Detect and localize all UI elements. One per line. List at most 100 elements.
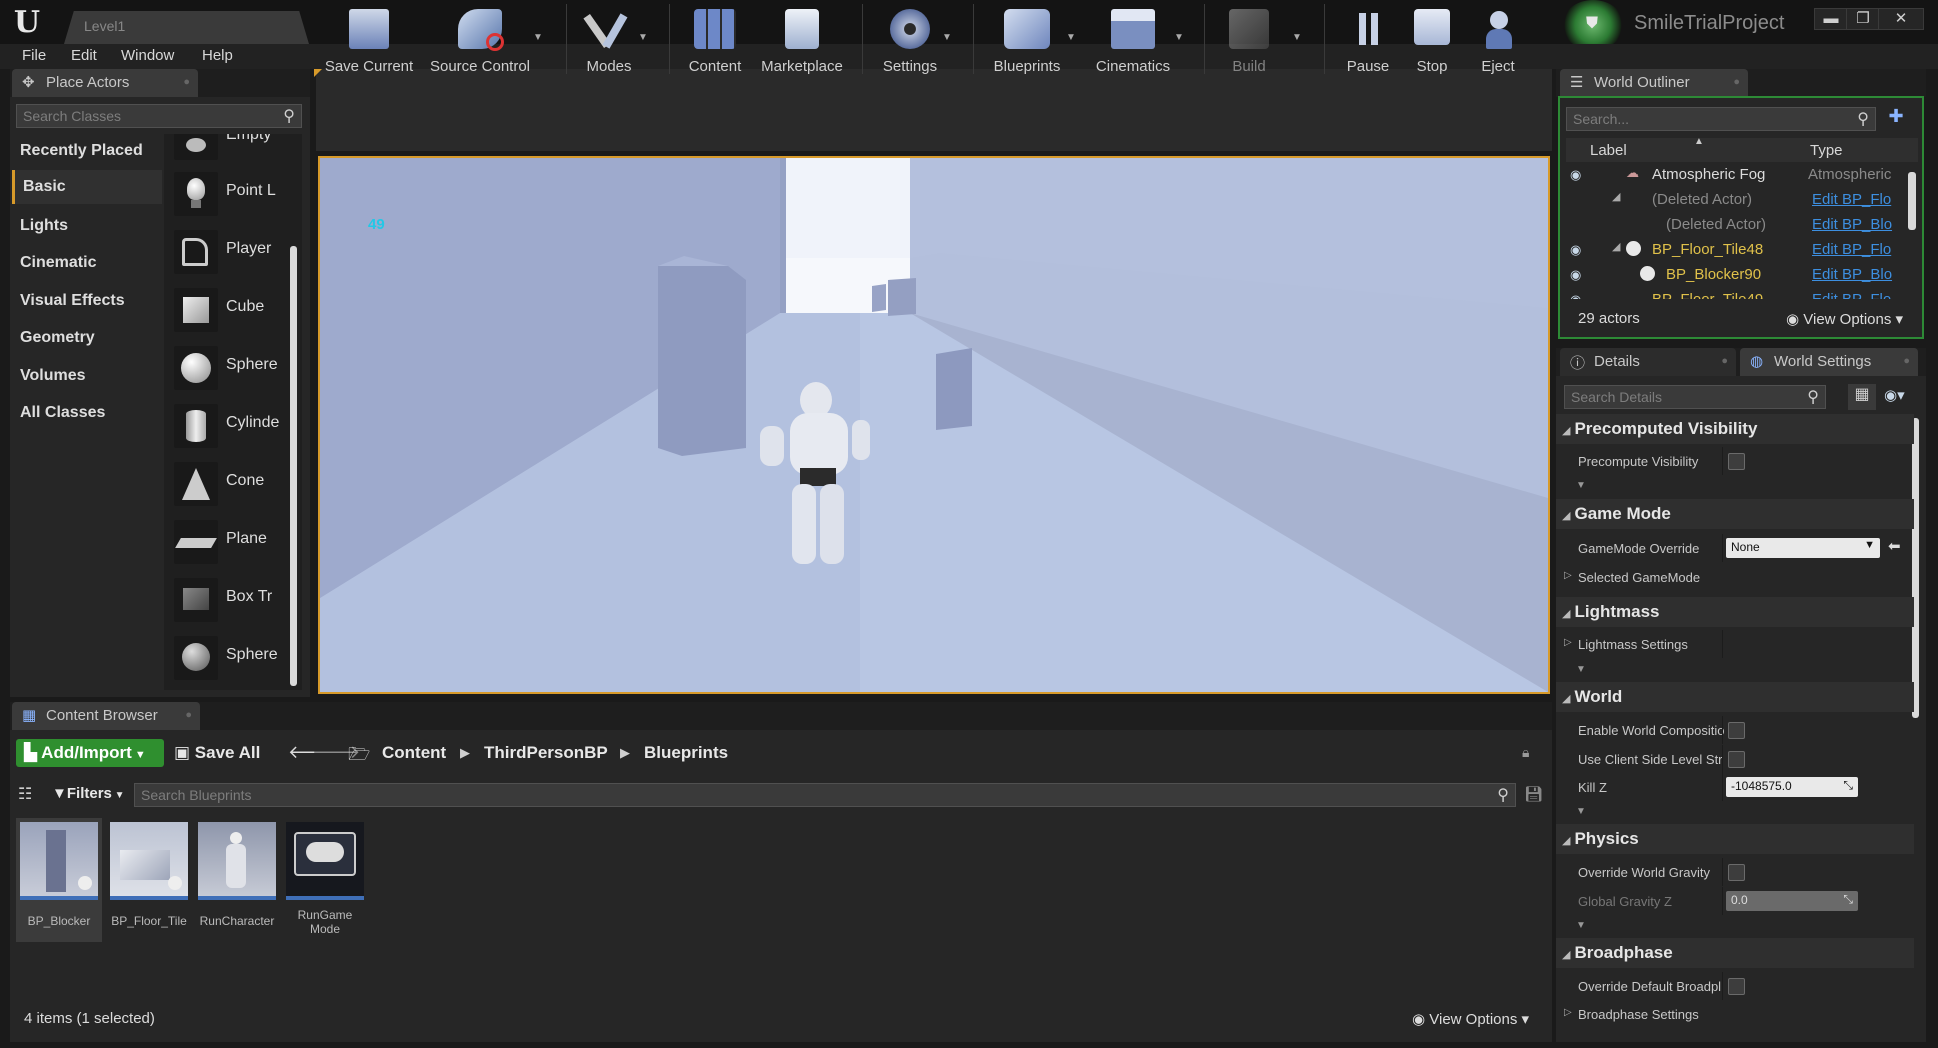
section-precomputed-visibility[interactable]: ◢ Precomputed Visibility — [1556, 414, 1914, 444]
outliner-view-options[interactable]: ◉ View Options ▾ — [1786, 310, 1903, 328]
outliner-row[interactable]: ◢ (Deleted Actor) Edit BP_Flo — [1566, 188, 1906, 213]
actor-item-box-trigger[interactable]: Box Tr — [172, 574, 290, 626]
level-viewport[interactable]: 49 — [318, 156, 1550, 694]
tab-close-icon[interactable]: ● — [1903, 355, 1910, 367]
build-dropdown-icon[interactable]: ▼ — [1292, 32, 1302, 43]
col-label[interactable]: Label — [1590, 142, 1627, 159]
build-button[interactable]: Build — [1216, 4, 1282, 75]
advanced-expander[interactable]: ▼ — [1556, 662, 1914, 678]
asset-tile-rungamemode[interactable]: RunGame Mode — [282, 818, 368, 942]
actor-item-cube[interactable]: Cube — [172, 284, 290, 336]
tab-close-icon[interactable]: ● — [1733, 76, 1740, 88]
visibility-eye-icon[interactable]: ◉ — [1570, 292, 1581, 299]
advanced-expander[interactable]: ▼ — [1556, 804, 1914, 820]
details-tab[interactable]: ⓘ Details ● — [1560, 348, 1736, 376]
search-classes-input[interactable]: Search Classes ⚲ — [16, 104, 302, 128]
level-tab[interactable]: Level1 — [64, 11, 309, 44]
restore-button[interactable]: ❐ — [1846, 8, 1880, 30]
outliner-row[interactable]: (Deleted Actor) Edit BP_Blo — [1566, 213, 1906, 238]
prop-lightmass-settings[interactable]: ▷ Lightmass Settings — [1556, 630, 1914, 658]
filters-button[interactable]: ▼Filters ▼ — [52, 785, 125, 802]
category-lights[interactable]: Lights — [12, 209, 162, 243]
category-visual-effects[interactable]: Visual Effects — [12, 284, 162, 318]
tab-close-icon[interactable]: ● — [185, 709, 192, 721]
lock-icon[interactable]: 🔒︎ — [1522, 744, 1529, 761]
visibility-eye-icon[interactable]: ◉ — [1570, 242, 1581, 258]
tab-close-icon[interactable]: ● — [1721, 355, 1728, 367]
section-world[interactable]: ◢ World — [1556, 682, 1914, 712]
minimize-button[interactable]: ▬ — [1814, 8, 1848, 30]
breadcrumb-separator-icon[interactable]: ▶ — [620, 745, 630, 761]
breadcrumb-content[interactable]: Content — [382, 743, 446, 763]
settings-button[interactable]: Settings — [874, 4, 946, 75]
section-game-mode[interactable]: ◢ Game Mode — [1556, 499, 1914, 529]
source-control-dropdown-icon[interactable]: ▼ — [533, 32, 543, 43]
gamemode-select[interactable]: None ▼ — [1726, 538, 1880, 558]
col-type[interactable]: Type — [1810, 142, 1843, 159]
breadcrumb-thirdpersonbp[interactable]: ThirdPersonBP — [484, 743, 608, 763]
details-view-options-icon[interactable]: ◉▾ — [1884, 386, 1905, 404]
prop-selected-gamemode[interactable]: ▷ Selected GameMode — [1556, 563, 1914, 591]
property-matrix-icon[interactable]: ▦ — [1848, 384, 1876, 410]
asset-tile-bp-floor-tile[interactable]: BP_Floor_Tile — [106, 818, 192, 942]
place-actors-tab[interactable]: ✥ Place Actors ● — [12, 69, 198, 97]
outliner-row[interactable]: ◉ BP_Blocker90 Edit BP_Blo — [1566, 263, 1906, 288]
close-button[interactable]: ✕ — [1878, 8, 1924, 30]
asset-tile-runcharacter[interactable]: RunCharacter — [194, 818, 280, 942]
content-button[interactable]: Content — [684, 4, 746, 75]
search-blueprints-input[interactable]: Search Blueprints ⚲ — [134, 783, 1516, 807]
expand-arrow-icon[interactable]: ◢ — [1612, 190, 1620, 203]
edit-blueprint-link[interactable]: Edit BP_Flo — [1812, 291, 1891, 299]
pause-button[interactable]: Pause — [1336, 4, 1400, 75]
edit-blueprint-link[interactable]: Edit BP_Flo — [1812, 241, 1900, 258]
actor-item-cone[interactable]: Cone — [172, 458, 290, 510]
folder-icon[interactable]: 🗁 — [348, 742, 370, 772]
save-current-button[interactable]: Save Current — [322, 4, 416, 75]
outliner-row[interactable]: ◉ ☁ Atmospheric Fog Atmospheric — [1566, 163, 1906, 188]
blueprints-dropdown-icon[interactable]: ▼ — [1066, 32, 1076, 43]
content-browser-tab[interactable]: ▦ Content Browser ● — [12, 702, 200, 730]
actor-item-point-light[interactable]: Point L — [172, 168, 290, 220]
menu-help[interactable]: Help — [202, 47, 233, 64]
prop-broadphase-settings[interactable]: ▷ Broadphase Settings — [1556, 1000, 1914, 1028]
content-view-options[interactable]: ◉ View Options ▾ — [1412, 1010, 1529, 1028]
category-volumes[interactable]: Volumes — [12, 359, 162, 393]
cinematics-button[interactable]: Cinematics — [1090, 4, 1176, 75]
blueprints-button[interactable]: Blueprints — [986, 4, 1068, 75]
use-client-side-checkbox[interactable] — [1728, 751, 1745, 768]
add-import-button[interactable]: ▙ Add/Import ▼ — [16, 739, 164, 767]
actor-list-scrollbar[interactable] — [290, 246, 297, 686]
advanced-expander[interactable]: ▼ — [1556, 918, 1914, 934]
outliner-row[interactable]: ◉ ◢ BP_Floor_Tile48 Edit BP_Flo — [1566, 238, 1906, 263]
actor-item-sphere-trigger[interactable]: Sphere — [172, 632, 290, 684]
enable-world-composition-checkbox[interactable] — [1728, 722, 1745, 739]
outliner-scrollbar[interactable] — [1908, 172, 1916, 230]
actor-item-empty[interactable]: Empty — [172, 134, 290, 164]
save-search-icon[interactable]: 💾︎ — [1524, 785, 1543, 803]
override-broadphase-checkbox[interactable] — [1728, 978, 1745, 995]
expand-arrow-icon[interactable]: ◢ — [1612, 240, 1620, 253]
outliner-search-input[interactable]: Search... ⚲ — [1566, 107, 1876, 131]
modes-dropdown-icon[interactable]: ▼ — [638, 32, 648, 43]
advanced-expander[interactable]: ▼ — [1556, 478, 1914, 494]
edit-blueprint-link[interactable]: Edit BP_Blo — [1812, 266, 1900, 283]
use-selected-arrow-icon[interactable]: ⬅ — [1888, 537, 1901, 555]
breadcrumb-blueprints[interactable]: Blueprints — [644, 743, 728, 763]
menu-window[interactable]: Window — [121, 47, 174, 64]
modes-button[interactable]: Modes — [578, 4, 640, 75]
breadcrumb-separator-icon[interactable]: ▶ — [460, 745, 470, 761]
stop-button[interactable]: Stop — [1400, 4, 1464, 75]
category-all-classes[interactable]: All Classes — [12, 396, 162, 430]
precompute-visibility-checkbox[interactable] — [1728, 453, 1745, 470]
section-lightmass[interactable]: ◢ Lightmass — [1556, 597, 1914, 627]
edit-blueprint-link[interactable]: Edit BP_Flo — [1812, 191, 1900, 208]
category-cinematic[interactable]: Cinematic — [12, 246, 162, 280]
actor-item-player-start[interactable]: Player — [172, 226, 290, 278]
override-world-gravity-checkbox[interactable] — [1728, 864, 1745, 881]
edit-blueprint-link[interactable]: Edit BP_Blo — [1812, 216, 1900, 233]
world-settings-tab[interactable]: ◍ World Settings ● — [1740, 348, 1918, 376]
marketplace-button[interactable]: Marketplace — [756, 4, 848, 75]
category-geometry[interactable]: Geometry — [12, 321, 162, 355]
actor-item-cylinder[interactable]: Cylinde — [172, 400, 290, 452]
save-all-button[interactable]: ▣ Save All — [174, 743, 260, 763]
